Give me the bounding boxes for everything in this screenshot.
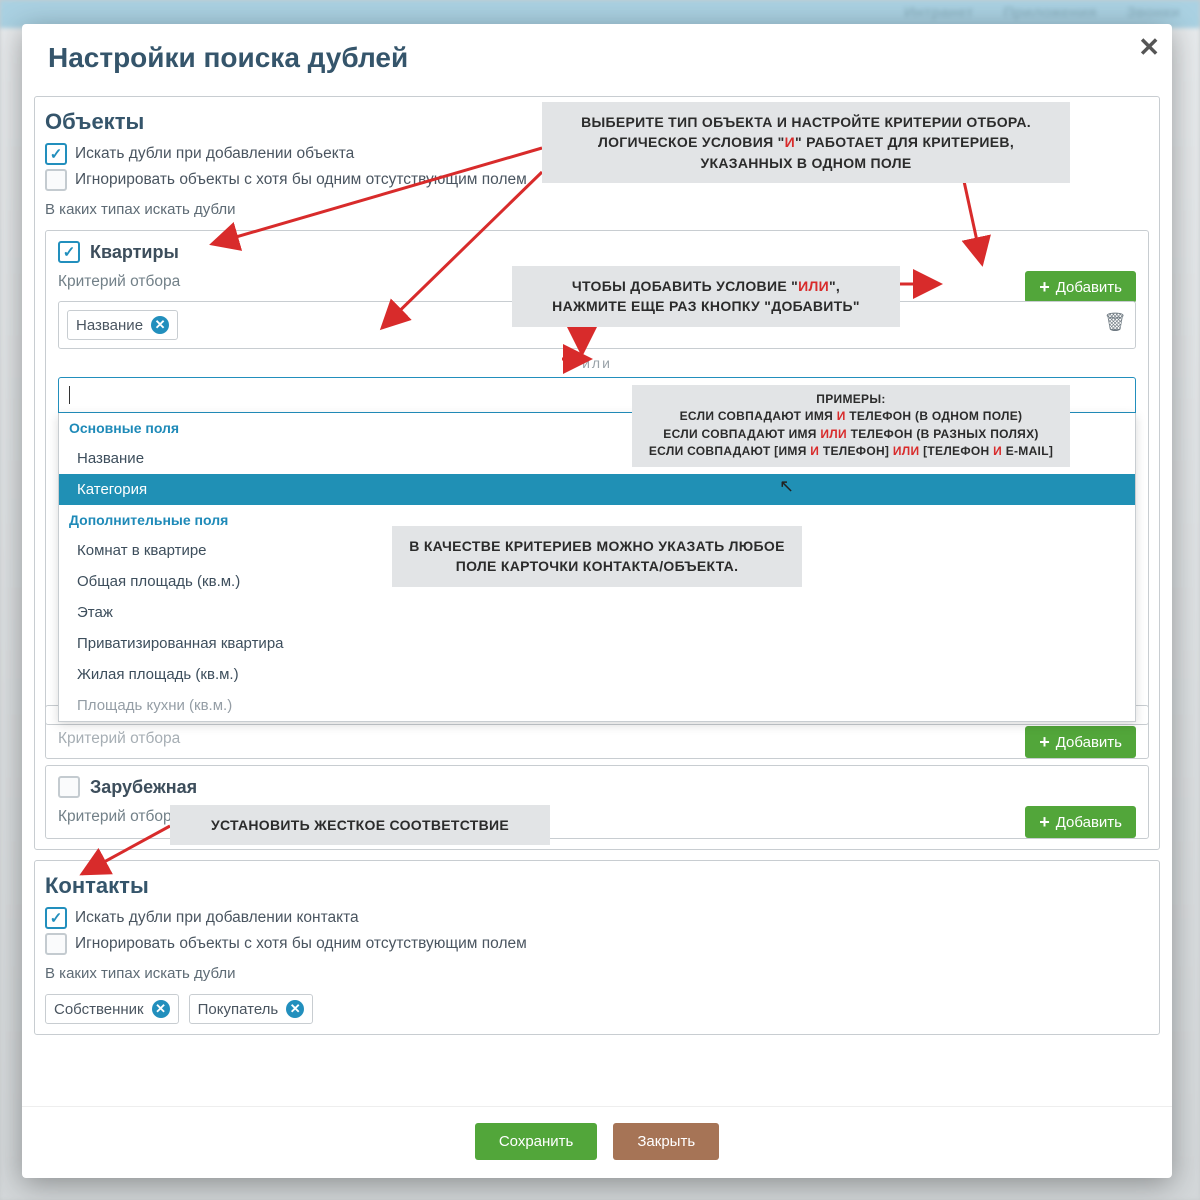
checkbox-label: Искать дубли при добавлении контакта: [75, 909, 359, 927]
chip-remove-icon[interactable]: ✕: [152, 1000, 170, 1018]
callout-and-logic: ВЫБЕРИТЕ ТИП ОБЪЕКТА И НАСТРОЙТЕ КРИТЕРИ…: [542, 102, 1070, 183]
contact-type-chip-buyer: Покупатель ✕: [189, 994, 314, 1024]
add-button-label: Добавить: [1056, 279, 1122, 296]
modal-footer: Сохранить Закрыть: [22, 1106, 1172, 1178]
modal-title: Настройки поиска дублей: [22, 24, 1172, 96]
plus-icon: +: [1039, 278, 1050, 296]
checkbox-search-objects[interactable]: ✓: [45, 143, 67, 165]
add-criteria-button[interactable]: + Добавить: [1025, 726, 1136, 758]
type-title: Зарубежная: [90, 777, 197, 798]
checkbox-search-contacts[interactable]: ✓: [45, 907, 67, 929]
criteria-label: Критерий отбора: [58, 730, 1136, 748]
objects-panel: Объекты ✓ Искать дубли при добавлении об…: [34, 96, 1160, 850]
close-icon[interactable]: ✕: [1138, 34, 1160, 60]
chip-remove-icon[interactable]: ✕: [286, 1000, 304, 1018]
types-label: В каких типах искать дубли: [45, 957, 1149, 988]
dropdown-item-label: Категория: [77, 481, 147, 498]
chip-remove-icon[interactable]: ✕: [151, 316, 169, 334]
dropdown-item[interactable]: Приватизированная квартира: [59, 628, 1135, 659]
save-button[interactable]: Сохранить: [475, 1123, 598, 1160]
add-criteria-button[interactable]: + Добавить: [1025, 271, 1136, 303]
types-label: В каких типах искать дубли: [45, 193, 1149, 224]
callout-or-logic: ЧТОБЫ ДОБАВИТЬ УСЛОВИЕ "ИЛИ", НАЖМИТЕ ЕЩ…: [512, 266, 900, 327]
trash-icon[interactable]: 🗑: [1103, 310, 1127, 334]
checkbox-label: Игнорировать объекты с хотя бы одним отс…: [75, 171, 527, 189]
callout-strict-match: УСТАНОВИТЬ ЖЕСТКОЕ СООТВЕТСТВИЕ: [170, 805, 550, 845]
checkbox-label: Искать дубли при добавлении объекта: [75, 145, 354, 163]
chip-label: Название: [76, 317, 143, 334]
contacts-heading: Контакты: [45, 869, 1149, 905]
checkbox-type-foreign[interactable]: [58, 776, 80, 798]
callout-examples: ПРИМЕРЫ: ЕСЛИ СОВПАДАЮТ ИМЯ И ТЕЛЕФОН (В…: [632, 385, 1070, 467]
contact-type-chip-owner: Собственник ✕: [45, 994, 179, 1024]
or-divider: или: [58, 349, 1136, 377]
add-button-label: Добавить: [1056, 734, 1122, 751]
add-button-label: Добавить: [1056, 814, 1122, 831]
close-button[interactable]: Закрыть: [613, 1123, 719, 1160]
criteria-chip: Название ✕: [67, 310, 178, 340]
contacts-panel: Контакты ✓ Искать дубли при добавлении к…: [34, 860, 1160, 1035]
checkbox-ignore-missing-contacts[interactable]: [45, 933, 67, 955]
callout-any-field: В КАЧЕСТВЕ КРИТЕРИЕВ МОЖНО УКАЗАТЬ ЛЮБОЕ…: [392, 526, 802, 587]
checkbox-ignore-missing[interactable]: [45, 169, 67, 191]
dropdown-item[interactable]: Жилая площадь (кв.м.): [59, 659, 1135, 690]
chip-label: Покупатель: [198, 1001, 279, 1018]
plus-icon: +: [1039, 733, 1050, 751]
chip-label: Собственник: [54, 1001, 144, 1018]
dropdown-item-category[interactable]: Категория ↖: [59, 474, 1135, 505]
checkbox-type-apartments[interactable]: ✓: [58, 241, 80, 263]
settings-modal: ✕ Настройки поиска дублей Объекты ✓ Иска…: [22, 24, 1172, 1178]
bg-nav: Интранет Приложения Звонки: [904, 0, 1180, 25]
checkbox-label: Игнорировать объекты с хотя бы одним отс…: [75, 935, 527, 953]
type-title: Квартиры: [90, 242, 179, 263]
plus-icon: +: [1039, 813, 1050, 831]
dropdown-item[interactable]: Площадь кухни (кв.м.): [59, 690, 1135, 721]
cursor-icon: ↖: [779, 476, 794, 497]
dropdown-item[interactable]: Этаж: [59, 597, 1135, 628]
add-criteria-button[interactable]: + Добавить: [1025, 806, 1136, 838]
